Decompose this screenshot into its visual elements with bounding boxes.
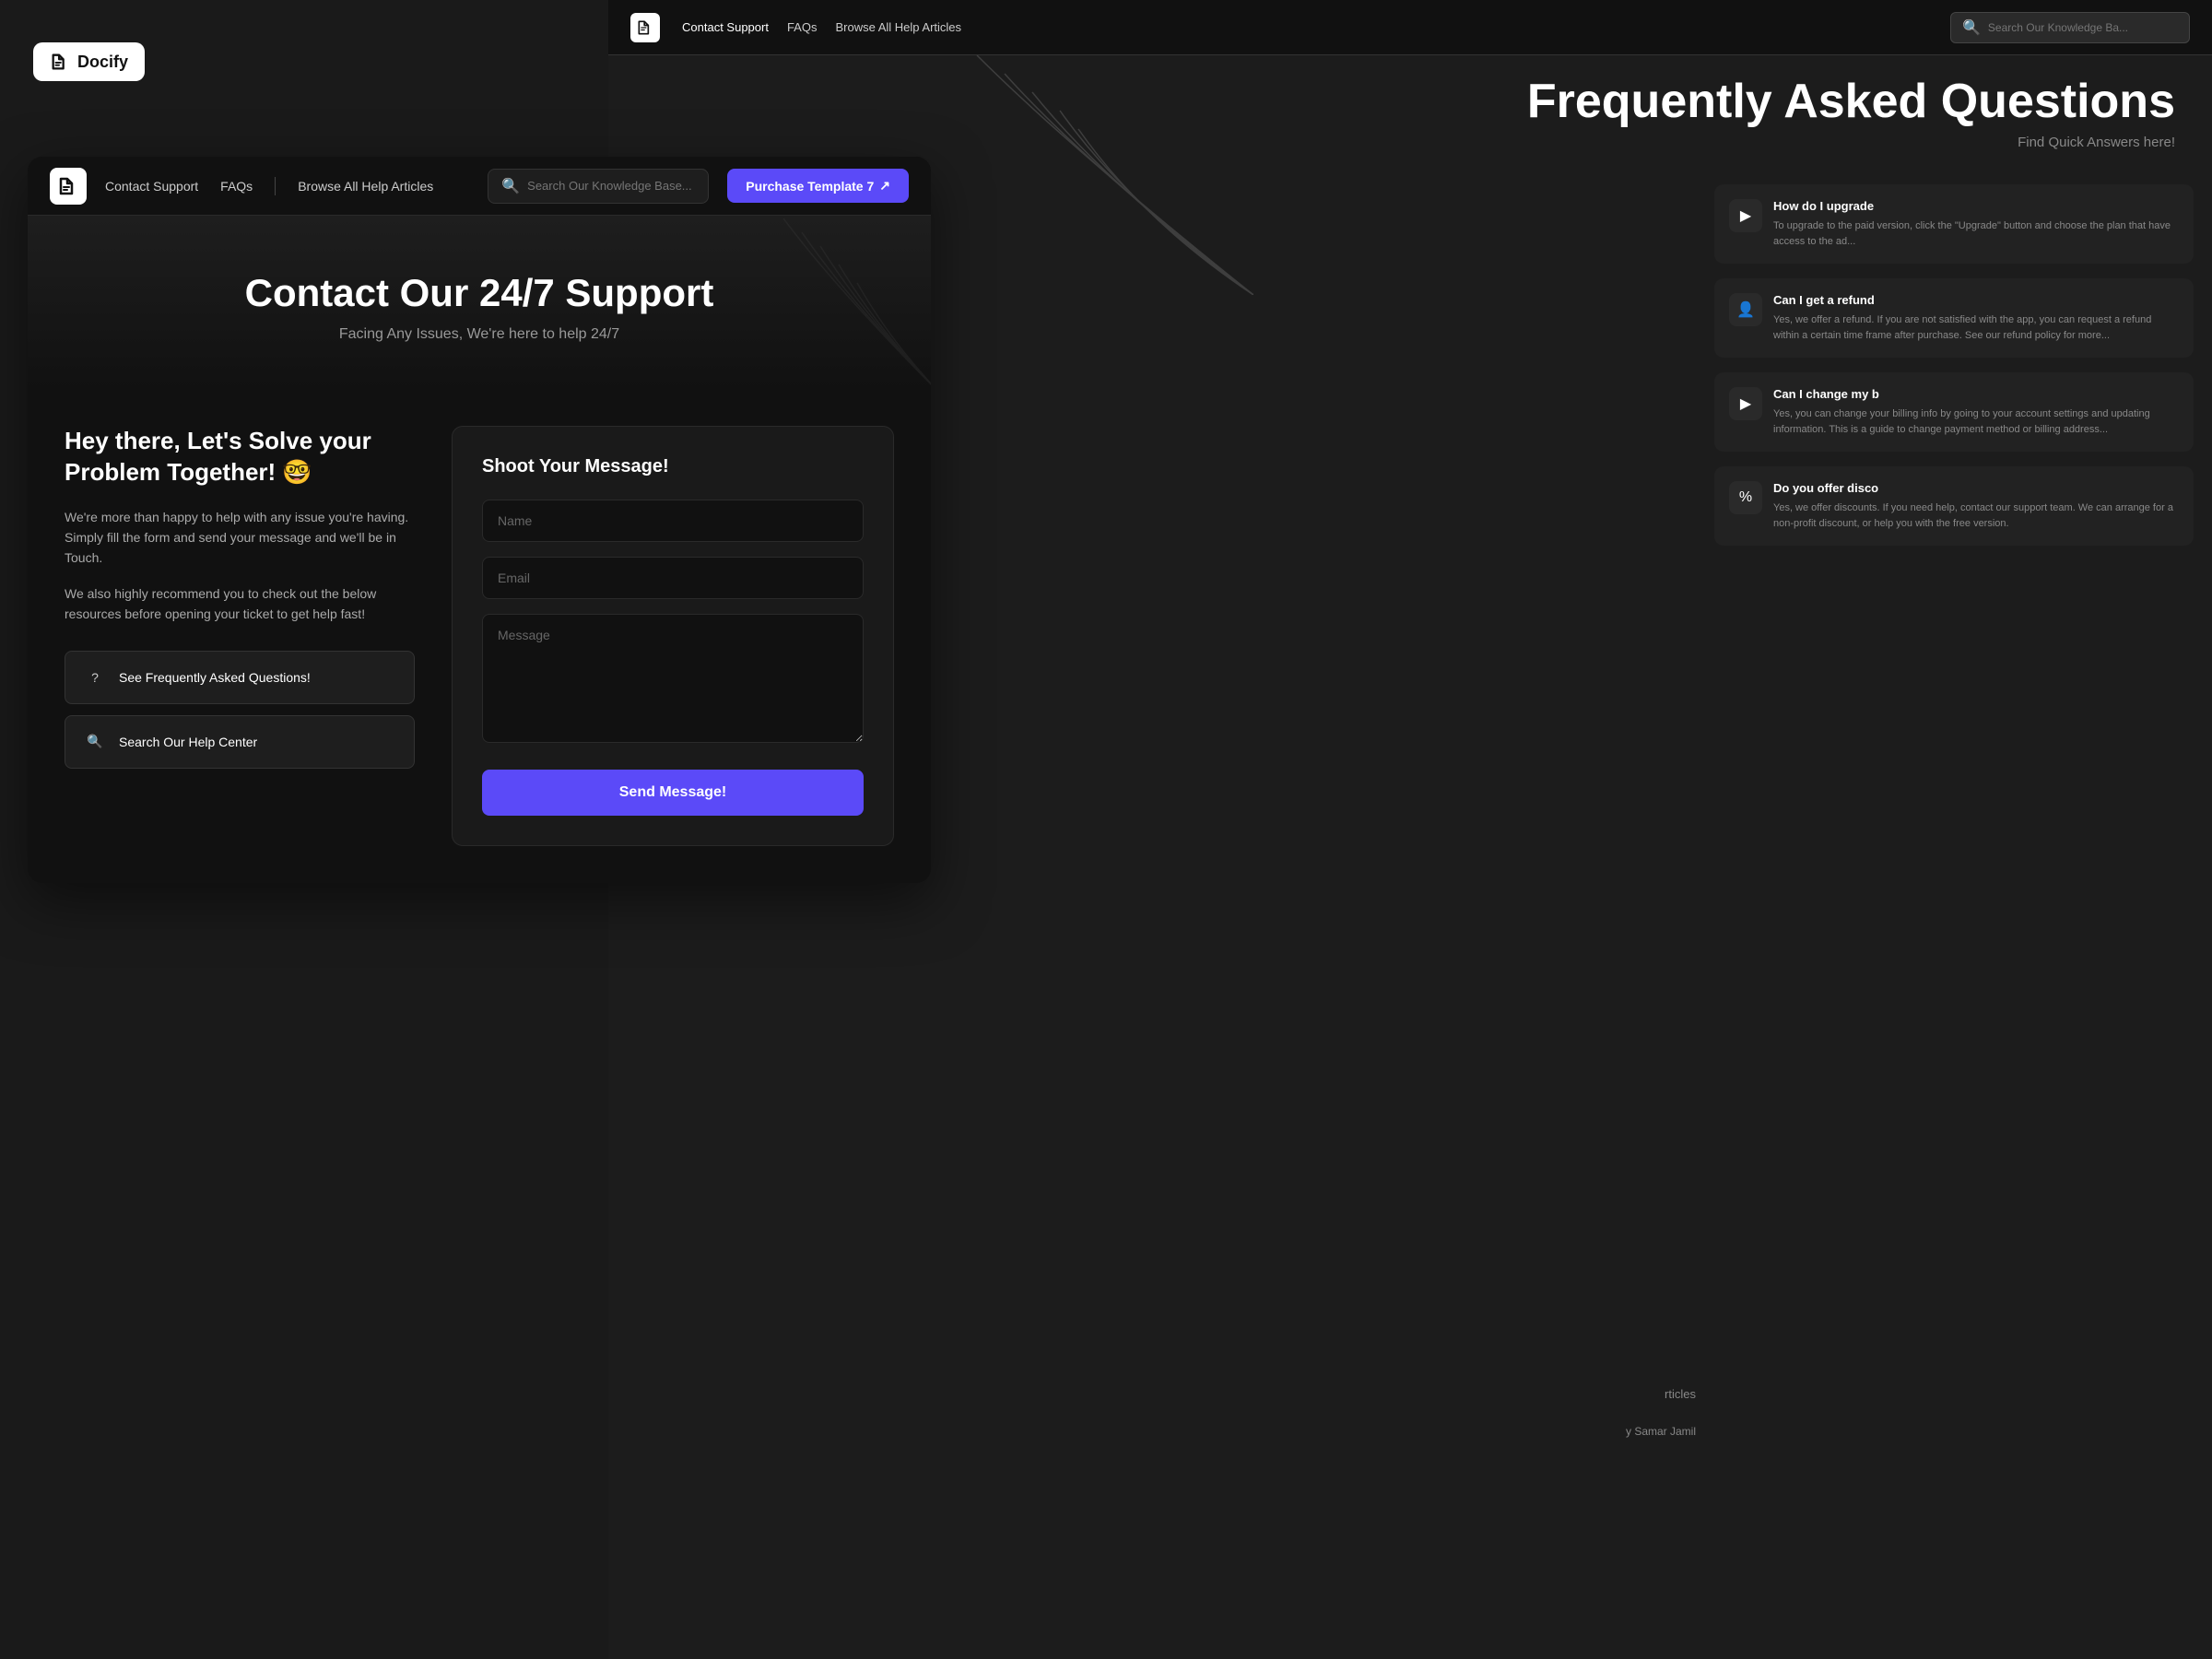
faq-button-label: See Frequently Asked Questions!: [119, 670, 311, 685]
bg-search-input[interactable]: [1988, 21, 2178, 34]
action-buttons-group: ? See Frequently Asked Questions! 🔍 Sear…: [65, 651, 415, 769]
bg-nav-browse[interactable]: Browse All Help Articles: [835, 20, 961, 34]
faq-button[interactable]: ? See Frequently Asked Questions!: [65, 651, 415, 704]
bg-faq-card-2: ▶ Can I change my b Yes, you can change …: [1714, 372, 2194, 452]
hero-arc-decoration: [673, 218, 931, 389]
hero-section: Contact Our 24/7 Support Facing Any Issu…: [28, 216, 931, 389]
left-recommendation: We also highly recommend you to check ou…: [65, 583, 415, 625]
bg-faq-content-1: Can I get a refund Yes, we offer a refun…: [1773, 293, 2179, 343]
bg-logo: [630, 13, 660, 42]
purchase-button[interactable]: Purchase Template 7 ↗: [727, 169, 909, 203]
main-logo: [50, 168, 87, 205]
left-description: We're more than happy to help with any i…: [65, 507, 415, 569]
bg-faq-icon-0: ▶: [1729, 199, 1762, 232]
left-section: Hey there, Let's Solve your Problem Toge…: [65, 426, 415, 769]
main-search-input[interactable]: [527, 179, 695, 193]
bg-nav-faqs[interactable]: FAQs: [787, 20, 818, 34]
search-icon: 🔍: [501, 177, 520, 195]
nav-divider: [275, 177, 276, 195]
email-input[interactable]: [482, 557, 864, 599]
main-nav-links: Contact Support FAQs Browse All Help Art…: [105, 177, 433, 195]
bg-faq-icon-3: %: [1729, 481, 1762, 514]
bg-faq-title: Frequently Asked Questions: [1527, 74, 2175, 129]
main-navbar: Contact Support FAQs Browse All Help Art…: [28, 157, 931, 216]
bg-faq-subtitle: Find Quick Answers here!: [1527, 135, 2175, 150]
form-title: Shoot Your Message!: [482, 456, 864, 477]
nav-faqs[interactable]: FAQs: [220, 179, 253, 194]
bg-faq-icon-2: ▶: [1729, 387, 1762, 420]
purchase-arrow-icon: ↗: [879, 178, 890, 194]
purchase-button-label: Purchase Template 7: [746, 179, 874, 194]
docify-logo-text: Docify: [77, 53, 128, 72]
bg-faq-content-0: How do I upgrade To upgrade to the paid …: [1773, 199, 2179, 249]
name-input[interactable]: [482, 500, 864, 542]
main-window: Contact Support FAQs Browse All Help Art…: [28, 157, 931, 883]
email-field-group: [482, 557, 864, 599]
bg-faq-content-3: Do you offer disco Yes, we offer discoun…: [1773, 481, 2179, 531]
bg-faq-icon-1: 👤: [1729, 293, 1762, 326]
nav-contact-support[interactable]: Contact Support: [105, 179, 198, 194]
main-logo-icon: [57, 175, 79, 197]
search-help-button[interactable]: 🔍 Search Our Help Center: [65, 715, 415, 769]
main-search-bar[interactable]: 🔍: [488, 169, 709, 204]
left-heading: Hey there, Let's Solve your Problem Toge…: [65, 426, 415, 488]
bg-navbar: Contact Support FAQs Browse All Help Art…: [608, 0, 2212, 55]
message-textarea[interactable]: [482, 614, 864, 743]
docify-logo-topleft[interactable]: Docify: [33, 42, 145, 81]
faq-question-icon: ?: [82, 665, 108, 690]
name-field-group: [482, 500, 864, 542]
bg-search-bar[interactable]: 🔍: [1950, 12, 2190, 43]
bg-faq-card-0: ▶ How do I upgrade To upgrade to the pai…: [1714, 184, 2194, 264]
bg-faq-content-2: Can I change my b Yes, you can change yo…: [1773, 387, 2179, 437]
bg-nav-links: Contact Support FAQs Browse All Help Art…: [682, 20, 961, 34]
bg-faq-cards: ▶ How do I upgrade To upgrade to the pai…: [1696, 166, 2212, 564]
bg-faq-header: Frequently Asked Questions Find Quick An…: [1527, 74, 2175, 150]
bg-help-articles-text: rticles: [1665, 1387, 1696, 1401]
nav-browse-articles[interactable]: Browse All Help Articles: [298, 179, 433, 194]
send-message-button[interactable]: Send Message!: [482, 770, 864, 816]
docify-logo-icon: [50, 52, 70, 72]
bg-search-icon: 🔍: [1962, 18, 1981, 37]
contact-form-section: Shoot Your Message! Send Message!: [452, 426, 894, 846]
bg-author-text: y Samar Jamil: [1626, 1425, 1696, 1438]
search-help-icon: 🔍: [82, 729, 108, 755]
bg-faq-card-3: % Do you offer disco Yes, we offer disco…: [1714, 466, 2194, 546]
bg-faq-card-1: 👤 Can I get a refund Yes, we offer a ref…: [1714, 278, 2194, 358]
bg-nav-contact[interactable]: Contact Support: [682, 20, 769, 34]
search-help-button-label: Search Our Help Center: [119, 735, 257, 749]
message-field-group: [482, 614, 864, 747]
main-content: Hey there, Let's Solve your Problem Toge…: [28, 389, 931, 883]
